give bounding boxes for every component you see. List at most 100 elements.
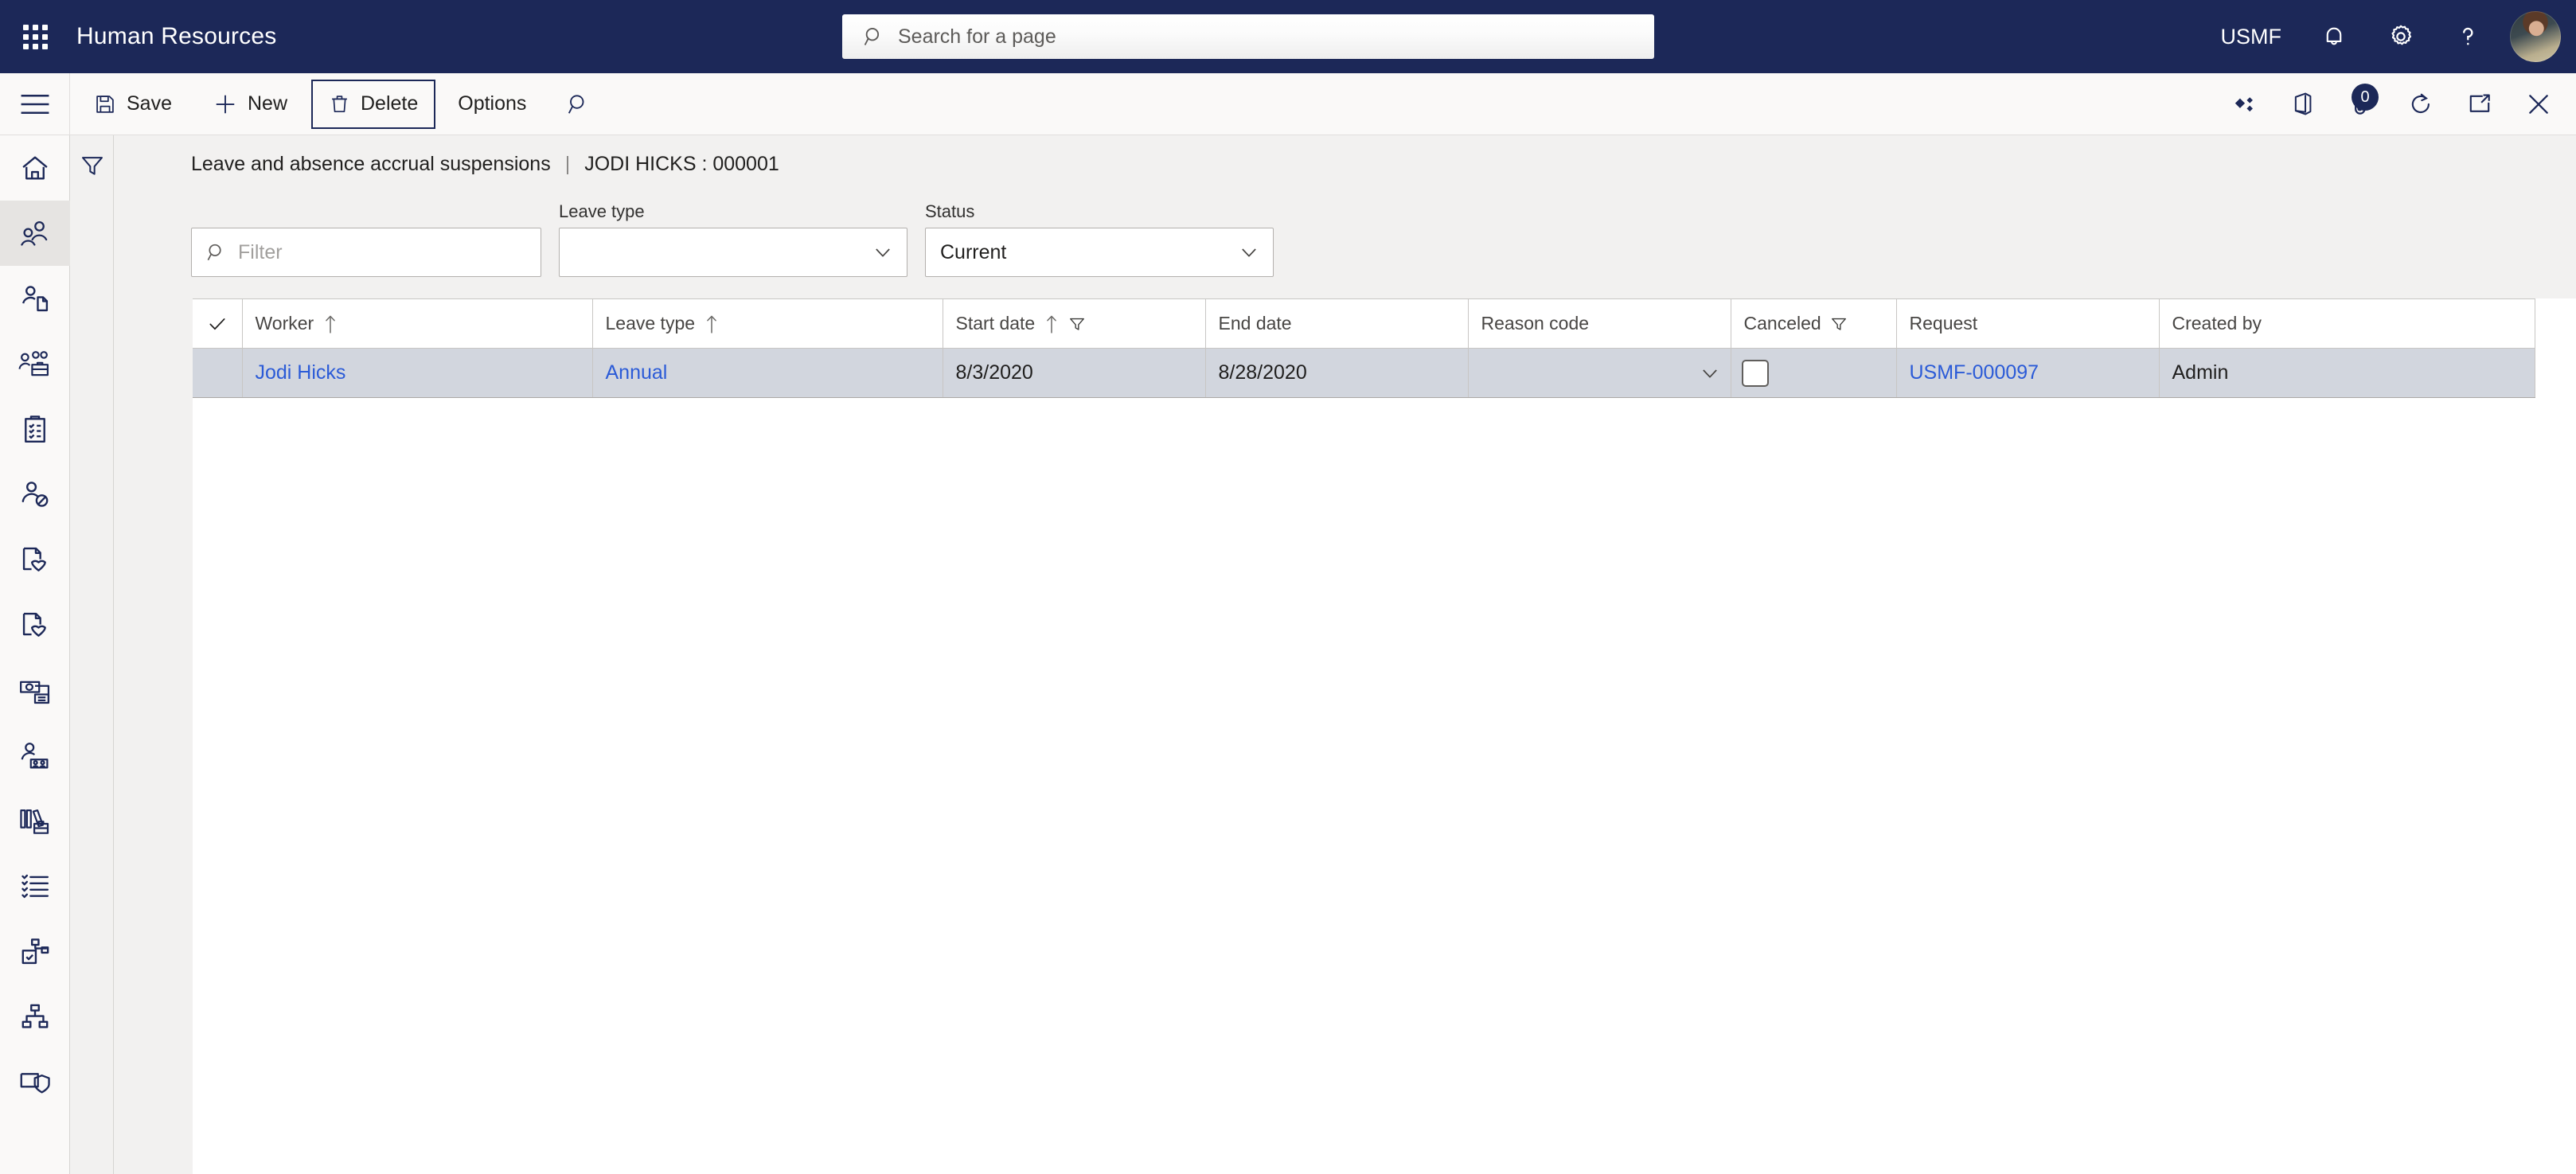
- save-button-label: Save: [127, 92, 172, 115]
- column-header-canceled-label: Canceled: [1743, 313, 1821, 333]
- status-value: Current: [940, 240, 1007, 263]
- column-header-end-date-label: End date: [1218, 313, 1292, 333]
- action-pane-toolbar: Save New Delete Options 0: [0, 73, 2576, 135]
- status-label: Status: [925, 201, 975, 221]
- row-select-cell[interactable]: [193, 348, 243, 398]
- sort-ascending-icon: [1044, 314, 1060, 333]
- sidebar-item-tasks[interactable]: [0, 396, 70, 462]
- filter-controls: Filter Leave type Status Current: [191, 201, 1274, 277]
- cell-leave-type[interactable]: Annual: [592, 348, 943, 398]
- help-question-icon[interactable]: [2434, 0, 2501, 73]
- filter-funnel-icon[interactable]: [71, 135, 114, 196]
- chevron-down-icon: [872, 241, 894, 263]
- sidebar-item-leave-and-absence[interactable]: [0, 462, 70, 527]
- column-header-canceled[interactable]: Canceled: [1731, 298, 1897, 349]
- new-button[interactable]: New: [196, 80, 305, 129]
- options-button-label: Options: [458, 92, 527, 115]
- options-button[interactable]: Options: [442, 80, 542, 129]
- cell-created-by: Admin: [2159, 348, 2535, 398]
- sidebar-item-workers[interactable]: [0, 201, 70, 266]
- column-header-created-by-label: Created by: [2172, 313, 2262, 333]
- cell-reason-code[interactable]: [1468, 348, 1731, 398]
- sidebar-item-positions[interactable]: [0, 331, 70, 396]
- sidebar-item-questionnaire[interactable]: [0, 853, 70, 919]
- column-header-request-label: Request: [1909, 313, 1978, 333]
- page-record-caption: JODI HICKS : 000001: [584, 153, 779, 175]
- filter-funnel-icon: [1068, 315, 1086, 333]
- table-row[interactable]: Jodi Hicks Annual 8/3/2020 8/28/2020 USM…: [193, 348, 2535, 398]
- new-button-label: New: [247, 92, 287, 115]
- notifications-bell-icon[interactable]: [2301, 0, 2367, 73]
- sidebar-item-compliance[interactable]: [0, 1049, 70, 1114]
- column-header-created-by[interactable]: Created by: [2159, 298, 2535, 349]
- status-select[interactable]: Current: [925, 228, 1274, 277]
- global-search[interactable]: Search for a page: [842, 14, 1654, 59]
- column-header-start-date-label: Start date: [955, 313, 1036, 333]
- cell-start-date[interactable]: 8/3/2020: [943, 348, 1206, 398]
- cell-end-date[interactable]: 8/28/2020: [1205, 348, 1469, 398]
- leave-type-field: Leave type: [559, 201, 907, 277]
- settings-gear-icon[interactable]: [2367, 0, 2434, 73]
- status-field: Status Current: [925, 201, 1274, 277]
- canceled-checkbox[interactable]: [1741, 359, 1769, 387]
- sidebar-item-benefits-management[interactable]: [0, 592, 70, 657]
- data-grid: Worker Leave type Start date End date Re…: [193, 298, 2576, 1174]
- sidebar-item-performance-management[interactable]: [0, 919, 70, 984]
- sidebar-item-employment[interactable]: [0, 266, 70, 331]
- table-header-row: Worker Leave type Start date End date Re…: [193, 298, 2535, 349]
- sidebar-item-organization[interactable]: [0, 984, 70, 1049]
- column-header-reason-code[interactable]: Reason code: [1468, 298, 1731, 349]
- column-header-request[interactable]: Request: [1896, 298, 2160, 349]
- delete-button-label: Delete: [361, 92, 419, 115]
- column-header-start-date[interactable]: Start date: [943, 298, 1206, 349]
- column-header-end-date[interactable]: End date: [1205, 298, 1469, 349]
- column-header-reason-code-label: Reason code: [1481, 313, 1590, 333]
- search-icon: [206, 242, 227, 263]
- app-launcher-waffle-icon[interactable]: [13, 14, 57, 59]
- delete-button[interactable]: Delete: [311, 79, 436, 129]
- leave-type-label: Leave type: [559, 201, 645, 221]
- close-icon[interactable]: [2509, 73, 2568, 135]
- global-search-box[interactable]: Search for a page: [842, 14, 1654, 59]
- column-header-select[interactable]: [193, 298, 243, 349]
- chevron-down-icon[interactable]: [1699, 362, 1721, 384]
- leave-type-select[interactable]: [559, 228, 907, 277]
- avatar-image: [2510, 11, 2561, 62]
- power-bi-diamond-icon[interactable]: [2215, 73, 2274, 135]
- office-365-icon[interactable]: [2274, 73, 2332, 135]
- navigation-menu-hamburger-icon[interactable]: [0, 73, 70, 135]
- left-navigation-rail: [0, 135, 70, 1174]
- accrual-suspensions-table: Worker Leave type Start date End date Re…: [193, 298, 2535, 398]
- sidebar-item-benefits[interactable]: [0, 527, 70, 592]
- filter-pane-rail: [71, 135, 114, 1174]
- sidebar-item-training[interactable]: [0, 788, 70, 853]
- sort-ascending-icon: [322, 314, 338, 333]
- column-header-leave-type-label: Leave type: [605, 313, 696, 333]
- open-in-new-window-icon[interactable]: [2450, 73, 2509, 135]
- sidebar-item-compensation[interactable]: [0, 657, 70, 723]
- breadcrumb-separator: |: [564, 153, 571, 175]
- toolbar-search-icon[interactable]: [553, 80, 604, 129]
- sidebar-item-home[interactable]: [0, 135, 70, 201]
- company-selector[interactable]: USMF: [2202, 25, 2301, 49]
- save-button[interactable]: Save: [76, 80, 189, 129]
- sort-ascending-icon: [704, 314, 720, 333]
- cell-request[interactable]: USMF-000097: [1896, 348, 2160, 398]
- column-header-worker[interactable]: Worker: [242, 298, 593, 349]
- quick-filter-placeholder: Filter: [238, 240, 283, 263]
- attachments-paperclip-icon[interactable]: 0: [2332, 73, 2391, 135]
- top-navigation-bar: Human Resources Search for a page USMF: [0, 0, 2576, 73]
- refresh-icon[interactable]: [2391, 73, 2450, 135]
- global-search-placeholder: Search for a page: [898, 25, 1056, 48]
- column-header-leave-type[interactable]: Leave type: [592, 298, 943, 349]
- sidebar-item-recruitment[interactable]: [0, 723, 70, 788]
- quick-filter-input[interactable]: Filter: [191, 228, 541, 277]
- user-avatar[interactable]: [2501, 0, 2570, 73]
- quick-filter-label: [191, 201, 541, 222]
- cell-worker[interactable]: Jodi Hicks: [242, 348, 593, 398]
- cell-canceled[interactable]: [1731, 348, 1897, 398]
- app-title: Human Resources: [76, 23, 277, 49]
- attachments-count-badge: 0: [2352, 84, 2379, 111]
- column-header-worker-label: Worker: [255, 313, 314, 333]
- checkmark-icon: [193, 314, 242, 334]
